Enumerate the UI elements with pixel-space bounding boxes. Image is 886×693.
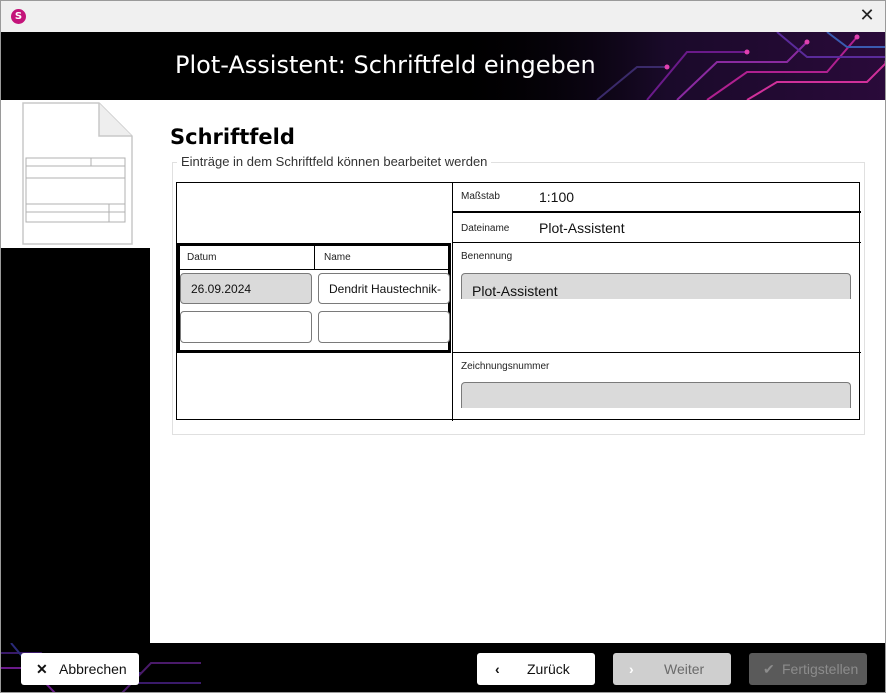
close-icon: ✕ — [36, 661, 48, 677]
datum-label: Datum — [187, 252, 217, 263]
massstab-label: Maßstab — [461, 191, 500, 202]
datum-header-cell: Datum — [180, 246, 315, 270]
name-label: Name — [324, 252, 351, 263]
cancel-button-label: Abbrechen — [59, 661, 127, 677]
cancel-button[interactable]: ✕ Abbrechen — [21, 653, 139, 685]
zeichnungsnummer-input[interactable] — [461, 382, 851, 408]
title-bar: S ✕ — [1, 1, 885, 32]
footer-bar: ✕ Abbrechen ‹ Zurück › Weiter ✔ Fertigst… — [1, 643, 885, 692]
back-button[interactable]: ‹ Zurück — [477, 653, 595, 685]
finish-button-label: Fertigstellen — [782, 661, 859, 677]
section-title: Schriftfeld — [170, 125, 295, 149]
finish-button[interactable]: ✔ Fertigstellen — [749, 653, 867, 685]
plot-assistant-window: S ✕ Plot-Assistent: Schriftfeld eingeben… — [0, 0, 886, 693]
back-button-label: Zurück — [527, 661, 570, 677]
name-input-2[interactable] — [318, 311, 450, 343]
datum-input-2[interactable] — [180, 311, 312, 343]
name-input[interactable]: Dendrit Haustechnik- — [318, 273, 450, 304]
next-button[interactable]: › Weiter — [613, 653, 731, 685]
zeichnungsnummer-label: Zeichnungsnummer — [461, 361, 550, 372]
dateiname-value: Plot-Assistent — [539, 220, 625, 236]
checkmark-icon: ✔ — [763, 661, 775, 677]
massstab-value: 1:100 — [539, 189, 575, 205]
dateiname-label: Dateiname — [461, 223, 510, 234]
document-preview — [1, 100, 150, 248]
datum-input[interactable]: 26.09.2024 — [180, 273, 312, 304]
datum-name-block: Datum Name 26.09.2024 Dendrit Haustechni… — [177, 243, 451, 353]
name-header-cell: Name — [314, 246, 448, 270]
left-panel — [1, 100, 150, 643]
benennung-label: Benennung — [461, 251, 513, 262]
chevron-left-icon: ‹ — [495, 661, 500, 677]
dateiname-cell: Dateiname Plot-Assistent — [452, 212, 861, 243]
page-title: Plot-Assistent: Schriftfeld eingeben — [175, 51, 596, 79]
chevron-right-icon: › — [629, 661, 634, 677]
header-banner: Plot-Assistent: Schriftfeld eingeben — [1, 32, 885, 100]
titleblock-table: Maßstab 1:100 Dateiname Plot-Assistent B… — [176, 182, 861, 421]
benennung-cell: Benennung Plot-Assistent — [452, 242, 861, 353]
group-caption: Einträge in dem Schriftfeld können bearb… — [177, 154, 492, 169]
document-icon — [22, 102, 133, 245]
app-logo-icon: S — [11, 9, 26, 24]
window-close-button[interactable]: ✕ — [847, 1, 885, 32]
next-button-label: Weiter — [664, 661, 705, 677]
benennung-input[interactable]: Plot-Assistent — [461, 273, 851, 299]
massstab-cell: Maßstab 1:100 — [452, 182, 861, 212]
zeichnungsnummer-cell: Zeichnungsnummer — [452, 352, 861, 421]
